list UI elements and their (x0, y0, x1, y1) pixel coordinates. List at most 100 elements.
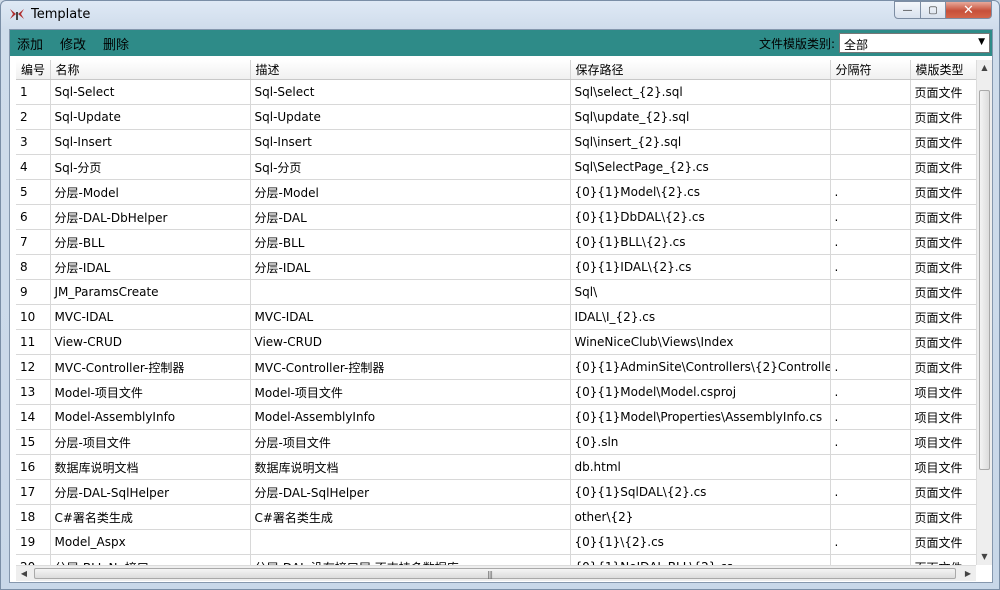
cell-name[interactable]: 分层-Model (50, 179, 251, 205)
cell-id[interactable]: 2 (16, 104, 51, 130)
cell-description[interactable]: View-CRUD (250, 329, 571, 355)
table-row[interactable]: 6 分层-DAL-DbHelper 分层-DAL {0}{1}DbDAL\{2}.cs… (16, 204, 976, 230)
table-row[interactable]: 12 MVC-Controller-控制器 MVC-Controller-控制器 {0… (16, 354, 976, 380)
horizontal-scroll-thumb[interactable]: ||| (34, 568, 956, 579)
cell-id[interactable]: 7 (16, 229, 51, 255)
cell-separator[interactable] (830, 154, 911, 180)
cell-name[interactable]: 分层-项目文件 (50, 429, 251, 455)
cell-separator[interactable]: . (830, 204, 911, 230)
column-header-description[interactable]: 描述 (250, 60, 571, 80)
cell-description[interactable]: 分层-DAL (250, 204, 571, 230)
title-bar[interactable]: Template — ▢ ✕ (1, 1, 999, 29)
cell-id[interactable]: 18 (16, 504, 51, 530)
cell-separator[interactable] (830, 304, 911, 330)
scroll-left-icon[interactable]: ◀ (16, 566, 32, 581)
cell-save-path[interactable]: db.html (570, 454, 831, 480)
table-row[interactable]: 8 分层-IDAL 分层-IDAL {0}{1}IDAL\{2}.cs. 页面文件 (16, 254, 976, 280)
cell-name[interactable]: JM_ParamsCreate (50, 279, 251, 305)
cell-name[interactable]: Sql-Insert (50, 129, 251, 155)
cell-template-type[interactable]: 页面文件 (910, 479, 976, 505)
vertical-scroll-thumb[interactable] (979, 90, 990, 470)
table-row[interactable]: 13 Model-项目文件 Model-项目文件 {0}{1}Model\Model.… (16, 379, 976, 405)
cell-id[interactable]: 15 (16, 429, 51, 455)
cell-template-type[interactable]: 页面文件 (910, 129, 976, 155)
cell-separator[interactable] (830, 129, 911, 155)
cell-id[interactable]: 14 (16, 404, 51, 430)
cell-description[interactable]: Sql-Insert (250, 129, 571, 155)
cell-template-type[interactable]: 项目文件 (910, 404, 976, 430)
cell-name[interactable]: Sql-Select (50, 79, 251, 105)
cell-name[interactable]: C#署名类生成 (50, 504, 251, 530)
vertical-scrollbar[interactable]: ▲ ▼ (976, 60, 992, 565)
cell-description[interactable]: Model-项目文件 (250, 379, 571, 405)
cell-name[interactable]: Model-AssemblyInfo (50, 404, 251, 430)
cell-name[interactable]: Sql-Update (50, 104, 251, 130)
cell-template-type[interactable]: 页面文件 (910, 79, 976, 105)
cell-id[interactable]: 10 (16, 304, 51, 330)
minimize-button[interactable]: — (894, 1, 921, 19)
cell-save-path[interactable]: {0}{1}DbDAL\{2}.cs (570, 204, 831, 230)
cell-name[interactable]: Model_Aspx (50, 529, 251, 555)
cell-separator[interactable]: . (830, 529, 911, 555)
cell-description[interactable]: Sql-Select (250, 79, 571, 105)
cell-id[interactable]: 1 (16, 79, 51, 105)
cell-name[interactable]: 分层-BLL (50, 229, 251, 255)
cell-separator[interactable]: . (830, 429, 911, 455)
cell-template-type[interactable]: 页面文件 (910, 354, 976, 380)
cell-template-type[interactable]: 页面文件 (910, 104, 976, 130)
column-header-save-path[interactable]: 保存路径 (570, 60, 831, 80)
table-row[interactable]: 3 Sql-Insert Sql-Insert Sql\insert_{2}.sql 页… (16, 129, 976, 155)
table-row[interactable]: 5 分层-Model 分层-Model {0}{1}Model\{2}.cs. 页面文件 (16, 179, 976, 205)
cell-template-type[interactable]: 页面文件 (910, 504, 976, 530)
cell-name[interactable]: 分层-IDAL (50, 254, 251, 280)
cell-save-path[interactable]: Sql\update_{2}.sql (570, 104, 831, 130)
cell-save-path[interactable]: IDAL\I_{2}.cs (570, 304, 831, 330)
cell-template-type[interactable]: 页面文件 (910, 554, 976, 565)
cell-save-path[interactable]: {0}{1}NoIDAL-BLL\{2}.cs (570, 554, 831, 565)
cell-save-path[interactable]: WineNiceClub\Views\Index (570, 329, 831, 355)
table-row[interactable]: 9 JM_ParamsCreate Sql\ 页面文件 (16, 279, 976, 305)
template-category-select[interactable]: 全部 ▼ (839, 33, 990, 53)
cell-description[interactable]: 分层-IDAL (250, 254, 571, 280)
cell-template-type[interactable]: 项目文件 (910, 379, 976, 405)
cell-name[interactable]: 数据库说明文档 (50, 454, 251, 480)
cell-save-path[interactable]: {0}{1}Model\Model.csproj (570, 379, 831, 405)
cell-name[interactable]: Model-项目文件 (50, 379, 251, 405)
cell-description[interactable]: Model-AssemblyInfo (250, 404, 571, 430)
cell-id[interactable]: 16 (16, 454, 51, 480)
cell-description[interactable]: 分层-BLL (250, 229, 571, 255)
edit-button[interactable]: 修改 (60, 34, 86, 53)
cell-separator[interactable]: . (830, 229, 911, 255)
cell-id[interactable]: 20 (16, 554, 51, 565)
cell-separator[interactable] (830, 279, 911, 305)
cell-description[interactable]: 数据库说明文档 (250, 454, 571, 480)
cell-id[interactable]: 13 (16, 379, 51, 405)
cell-separator[interactable] (830, 554, 911, 565)
cell-id[interactable]: 11 (16, 329, 51, 355)
cell-separator[interactable] (830, 329, 911, 355)
cell-separator[interactable] (830, 454, 911, 480)
cell-save-path[interactable]: {0}{1}SqlDAL\{2}.cs (570, 479, 831, 505)
cell-separator[interactable] (830, 504, 911, 530)
table-row[interactable]: 10 MVC-IDAL MVC-IDAL IDAL\I_{2}.cs 页面文件 (16, 304, 976, 330)
cell-description[interactable]: 分层-DAL-SqlHelper (250, 479, 571, 505)
table-row[interactable]: 4 Sql-分页 Sql-分页 Sql\SelectPage_{2}.cs 页面文件 (16, 154, 976, 180)
scroll-right-icon[interactable]: ▶ (960, 566, 976, 581)
cell-save-path[interactable]: Sql\SelectPage_{2}.cs (570, 154, 831, 180)
cell-save-path[interactable]: {0}{1}\{2}.cs (570, 529, 831, 555)
cell-name[interactable]: MVC-Controller-控制器 (50, 354, 251, 380)
scroll-up-icon[interactable]: ▲ (977, 60, 992, 76)
cell-template-type[interactable]: 页面文件 (910, 254, 976, 280)
cell-template-type[interactable]: 项目文件 (910, 429, 976, 455)
cell-template-type[interactable]: 页面文件 (910, 304, 976, 330)
cell-description[interactable]: 分层-DAL-没有接口层 不支持多数据库 (250, 554, 571, 565)
cell-template-type[interactable]: 页面文件 (910, 329, 976, 355)
cell-template-type[interactable]: 页面文件 (910, 204, 976, 230)
cell-save-path[interactable]: Sql\ (570, 279, 831, 305)
cell-separator[interactable]: . (830, 254, 911, 280)
cell-description[interactable]: MVC-Controller-控制器 (250, 354, 571, 380)
column-header-template-type[interactable]: 模版类型 (910, 60, 976, 80)
table-row[interactable]: 14 Model-AssemblyInfo Model-AssemblyInfo {0… (16, 404, 976, 430)
cell-save-path[interactable]: {0}{1}Model\Properties\AssemblyInfo.cs (570, 404, 831, 430)
cell-id[interactable]: 8 (16, 254, 51, 280)
